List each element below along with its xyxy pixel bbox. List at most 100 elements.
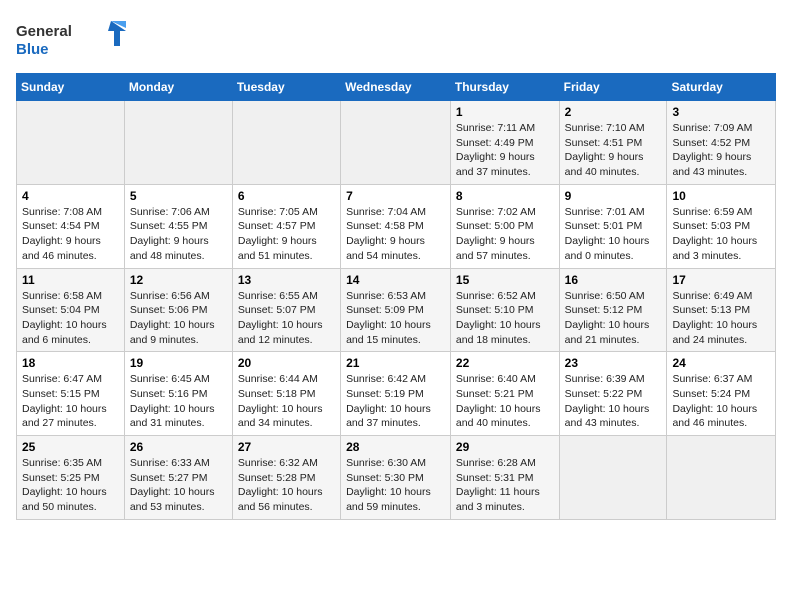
calendar-cell: 1 Sunrise: 7:11 AM Sunset: 4:49 PM Daylig… [450, 101, 559, 185]
day-info: Sunrise: 6:52 AM Sunset: 5:10 PM Dayligh… [456, 289, 554, 348]
calendar-cell: 15 Sunrise: 6:52 AM Sunset: 5:10 PM Dayli… [450, 268, 559, 352]
day-number: 8 [456, 189, 554, 203]
column-header-friday: Friday [559, 74, 667, 101]
day-number: 26 [130, 440, 227, 454]
day-number: 13 [238, 273, 335, 287]
calendar-cell [17, 101, 125, 185]
svg-text:Blue: Blue [16, 41, 49, 58]
day-number: 29 [456, 440, 554, 454]
day-number: 21 [346, 356, 445, 370]
calendar-cell [667, 436, 776, 520]
calendar-cell: 19 Sunrise: 6:45 AM Sunset: 5:16 PM Dayli… [124, 352, 232, 436]
calendar-cell [559, 436, 667, 520]
calendar-cell: 23Sunrise: 6:39 AM Sunset: 5:22 PM Dayli… [559, 352, 667, 436]
day-number: 24 [672, 356, 770, 370]
calendar-cell: 12 Sunrise: 6:56 AM Sunset: 5:06 PM Dayli… [124, 268, 232, 352]
day-number: 9 [565, 189, 662, 203]
day-info: Sunrise: 6:30 AM Sunset: 5:30 PM Dayligh… [346, 456, 445, 515]
svg-text:General: General [16, 23, 72, 40]
calendar-cell: 9 Sunrise: 7:01 AM Sunset: 5:01 PM Daylig… [559, 184, 667, 268]
day-number: 25 [22, 440, 119, 454]
day-info: Sunrise: 7:06 AM Sunset: 4:55 PM Dayligh… [130, 205, 227, 264]
column-header-sunday: Sunday [17, 74, 125, 101]
calendar-cell: 29 Sunrise: 6:28 AM Sunset: 5:31 PM Dayli… [450, 436, 559, 520]
calendar-cell: 26Sunrise: 6:33 AM Sunset: 5:27 PM Dayli… [124, 436, 232, 520]
day-number: 19 [130, 356, 227, 370]
day-info: Sunrise: 6:44 AM Sunset: 5:18 PM Dayligh… [238, 372, 335, 431]
calendar-cell: 8 Sunrise: 7:02 AM Sunset: 5:00 PM Daylig… [450, 184, 559, 268]
calendar-cell: 21 Sunrise: 6:42 AM Sunset: 5:19 PM Dayli… [341, 352, 451, 436]
day-info: Sunrise: 6:55 AM Sunset: 5:07 PM Dayligh… [238, 289, 335, 348]
calendar-table: SundayMondayTuesdayWednesdayThursdayFrid… [16, 73, 776, 520]
calendar-cell: 18 Sunrise: 6:47 AM Sunset: 5:15 PM Dayli… [17, 352, 125, 436]
day-info: Sunrise: 7:04 AM Sunset: 4:58 PM Dayligh… [346, 205, 445, 264]
day-info: Sunrise: 7:02 AM Sunset: 5:00 PM Dayligh… [456, 205, 554, 264]
calendar-cell: 20Sunrise: 6:44 AM Sunset: 5:18 PM Dayli… [232, 352, 340, 436]
calendar-week-row: 4Sunrise: 7:08 AM Sunset: 4:54 PM Daylig… [17, 184, 776, 268]
day-info: Sunrise: 7:10 AM Sunset: 4:51 PM Dayligh… [565, 121, 662, 180]
day-info: Sunrise: 6:37 AM Sunset: 5:24 PM Dayligh… [672, 372, 770, 431]
column-header-thursday: Thursday [450, 74, 559, 101]
calendar-cell: 13 Sunrise: 6:55 AM Sunset: 5:07 PM Dayli… [232, 268, 340, 352]
day-info: Sunrise: 6:40 AM Sunset: 5:21 PM Dayligh… [456, 372, 554, 431]
day-info: Sunrise: 6:45 AM Sunset: 5:16 PM Dayligh… [130, 372, 227, 431]
day-info: Sunrise: 6:39 AM Sunset: 5:22 PM Dayligh… [565, 372, 662, 431]
calendar-header-row: SundayMondayTuesdayWednesdayThursdayFrid… [17, 74, 776, 101]
day-number: 1 [456, 105, 554, 119]
calendar-cell: 11 Sunrise: 6:58 AM Sunset: 5:04 PM Dayli… [17, 268, 125, 352]
column-header-wednesday: Wednesday [341, 74, 451, 101]
day-info: Sunrise: 6:35 AM Sunset: 5:25 PM Dayligh… [22, 456, 119, 515]
day-number: 5 [130, 189, 227, 203]
day-number: 3 [672, 105, 770, 119]
generalblue-logo: General Blue [16, 16, 126, 61]
calendar-cell: 5 Sunrise: 7:06 AM Sunset: 4:55 PM Daylig… [124, 184, 232, 268]
day-number: 6 [238, 189, 335, 203]
column-header-tuesday: Tuesday [232, 74, 340, 101]
day-number: 17 [672, 273, 770, 287]
day-info: Sunrise: 6:59 AM Sunset: 5:03 PM Dayligh… [672, 205, 770, 264]
day-number: 4 [22, 189, 119, 203]
calendar-cell: 10 Sunrise: 6:59 AM Sunset: 5:03 PM Dayli… [667, 184, 776, 268]
calendar-cell: 6 Sunrise: 7:05 AM Sunset: 4:57 PM Daylig… [232, 184, 340, 268]
calendar-cell: 4Sunrise: 7:08 AM Sunset: 4:54 PM Daylig… [17, 184, 125, 268]
day-number: 18 [22, 356, 119, 370]
day-info: Sunrise: 7:09 AM Sunset: 4:52 PM Dayligh… [672, 121, 770, 180]
day-info: Sunrise: 6:56 AM Sunset: 5:06 PM Dayligh… [130, 289, 227, 348]
day-number: 14 [346, 273, 445, 287]
calendar-cell: 2 Sunrise: 7:10 AM Sunset: 4:51 PM Daylig… [559, 101, 667, 185]
day-number: 7 [346, 189, 445, 203]
day-info: Sunrise: 6:28 AM Sunset: 5:31 PM Dayligh… [456, 456, 554, 515]
column-header-monday: Monday [124, 74, 232, 101]
column-header-saturday: Saturday [667, 74, 776, 101]
day-info: Sunrise: 7:05 AM Sunset: 4:57 PM Dayligh… [238, 205, 335, 264]
day-number: 2 [565, 105, 662, 119]
calendar-cell: 27Sunrise: 6:32 AM Sunset: 5:28 PM Dayli… [232, 436, 340, 520]
calendar-cell: 22 Sunrise: 6:40 AM Sunset: 5:21 PM Dayli… [450, 352, 559, 436]
calendar-cell: 3 Sunrise: 7:09 AM Sunset: 4:52 PM Daylig… [667, 101, 776, 185]
calendar-cell: 7 Sunrise: 7:04 AM Sunset: 4:58 PM Daylig… [341, 184, 451, 268]
day-info: Sunrise: 6:49 AM Sunset: 5:13 PM Dayligh… [672, 289, 770, 348]
day-number: 11 [22, 273, 119, 287]
calendar-week-row: 1 Sunrise: 7:11 AM Sunset: 4:49 PM Daylig… [17, 101, 776, 185]
day-number: 22 [456, 356, 554, 370]
page-header: General Blue [16, 16, 776, 61]
day-info: Sunrise: 7:01 AM Sunset: 5:01 PM Dayligh… [565, 205, 662, 264]
calendar-week-row: 11 Sunrise: 6:58 AM Sunset: 5:04 PM Dayli… [17, 268, 776, 352]
calendar-cell: 14Sunrise: 6:53 AM Sunset: 5:09 PM Dayli… [341, 268, 451, 352]
calendar-cell [124, 101, 232, 185]
day-number: 16 [565, 273, 662, 287]
day-info: Sunrise: 6:47 AM Sunset: 5:15 PM Dayligh… [22, 372, 119, 431]
calendar-cell: 28Sunrise: 6:30 AM Sunset: 5:30 PM Dayli… [341, 436, 451, 520]
day-info: Sunrise: 6:42 AM Sunset: 5:19 PM Dayligh… [346, 372, 445, 431]
day-number: 12 [130, 273, 227, 287]
day-number: 15 [456, 273, 554, 287]
calendar-week-row: 25 Sunrise: 6:35 AM Sunset: 5:25 PM Dayli… [17, 436, 776, 520]
day-number: 27 [238, 440, 335, 454]
calendar-cell: 24 Sunrise: 6:37 AM Sunset: 5:24 PM Dayli… [667, 352, 776, 436]
day-number: 10 [672, 189, 770, 203]
day-info: Sunrise: 7:11 AM Sunset: 4:49 PM Dayligh… [456, 121, 554, 180]
calendar-cell [341, 101, 451, 185]
calendar-week-row: 18 Sunrise: 6:47 AM Sunset: 5:15 PM Dayli… [17, 352, 776, 436]
day-info: Sunrise: 6:58 AM Sunset: 5:04 PM Dayligh… [22, 289, 119, 348]
logo: General Blue [16, 16, 126, 61]
